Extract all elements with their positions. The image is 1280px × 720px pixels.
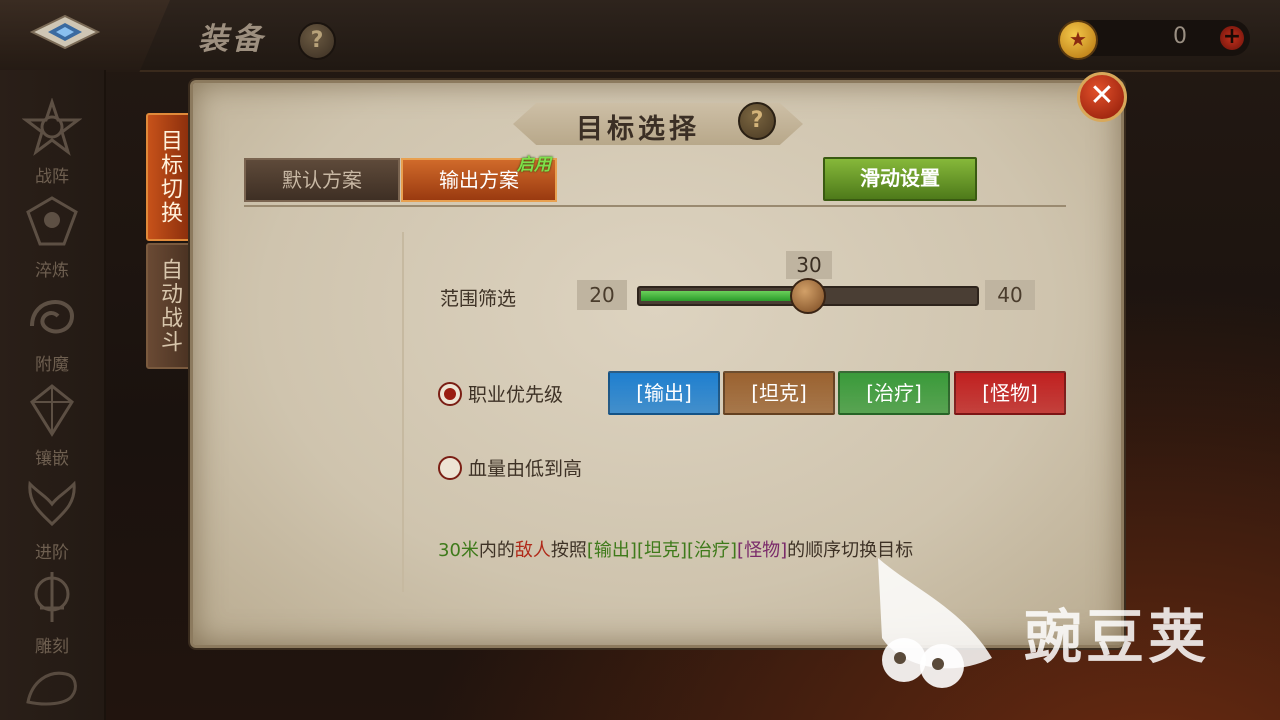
- nav-label: 淬炼: [35, 261, 69, 281]
- nav-item-battle-array[interactable]: 战阵: [12, 97, 92, 190]
- currency-display: ★ 0 +: [1058, 20, 1250, 60]
- nav-label: 雕刻: [35, 637, 69, 657]
- close-button[interactable]: ✕: [1077, 72, 1127, 122]
- nav-label: 附魔: [35, 355, 69, 375]
- help-icon[interactable]: ?: [298, 22, 336, 60]
- priority-monster-button[interactable]: [怪物]: [954, 371, 1066, 415]
- enabled-badge: 启用: [517, 155, 551, 175]
- watermark-text: 豌豆荚: [1024, 603, 1211, 671]
- divider: [402, 232, 404, 592]
- target-rule-description: 30米内的敌人按照[输出][坦克][治疗][怪物]的顺序切换目标: [438, 540, 914, 561]
- range-slider-handle[interactable]: [790, 278, 826, 314]
- radio-hp-low-to-high[interactable]: [438, 456, 462, 480]
- priority-tank-button[interactable]: [坦克]: [723, 371, 835, 415]
- radio-class-priority[interactable]: [438, 382, 462, 406]
- range-current-value: 30: [786, 251, 832, 279]
- dragon-emblem-icon: [30, 300, 75, 334]
- range-slider-fill: [641, 291, 808, 301]
- class-priority-label: 职业优先级: [468, 384, 564, 406]
- left-nav: 战阵 淬炼 附魔 镶嵌 进阶 雕刻: [0, 70, 106, 720]
- add-currency-button[interactable]: +: [1220, 26, 1244, 50]
- nav-label: 进阶: [35, 543, 69, 563]
- back-badge[interactable]: [0, 0, 170, 72]
- hp-low-to-high-label: 血量由低到高: [468, 458, 583, 480]
- nav-item-inlay[interactable]: 镶嵌: [12, 380, 92, 472]
- slide-settings-button[interactable]: 滑动设置: [823, 157, 977, 201]
- wing-emblem-icon: [28, 480, 76, 527]
- gem-emblem-icon: [30, 384, 74, 437]
- priority-heal-button[interactable]: [治疗]: [838, 371, 950, 415]
- nav-item-temper[interactable]: 淬炼: [12, 192, 92, 284]
- panel-title: 目标选择: [576, 114, 700, 145]
- nav-item-enchant[interactable]: 附魔: [12, 286, 92, 378]
- sword-emblem-icon: [34, 572, 70, 622]
- nav-item-advance[interactable]: 进阶: [12, 474, 92, 566]
- tab-target-switch[interactable]: 目标切换: [146, 113, 192, 241]
- top-bar: 装备 ? ★ 0 +: [0, 0, 1280, 72]
- nav-item-engrave[interactable]: 雕刻: [12, 568, 92, 660]
- nav-label: 战阵: [35, 167, 69, 187]
- tab-auto-battle[interactable]: 自动战斗: [146, 243, 192, 369]
- page-title: 装备: [198, 22, 266, 57]
- currency-value: 0: [1173, 24, 1187, 49]
- beast-emblem-icon[interactable]: [22, 662, 82, 710]
- range-filter-label: 范围筛选: [440, 288, 517, 310]
- coin-icon: ★: [1058, 20, 1098, 60]
- nav-label: 镶嵌: [35, 449, 69, 469]
- star-emblem-icon: [21, 97, 83, 156]
- range-min: 20: [577, 280, 627, 310]
- help-icon[interactable]: ?: [738, 102, 776, 140]
- tab-default-plan[interactable]: 默认方案: [244, 158, 400, 202]
- range-max: 40: [985, 280, 1035, 310]
- diamond-logo-icon: [30, 14, 100, 50]
- divider: [244, 205, 1066, 207]
- forge-emblem-icon: [26, 196, 78, 246]
- priority-output-button[interactable]: [输出]: [608, 371, 720, 415]
